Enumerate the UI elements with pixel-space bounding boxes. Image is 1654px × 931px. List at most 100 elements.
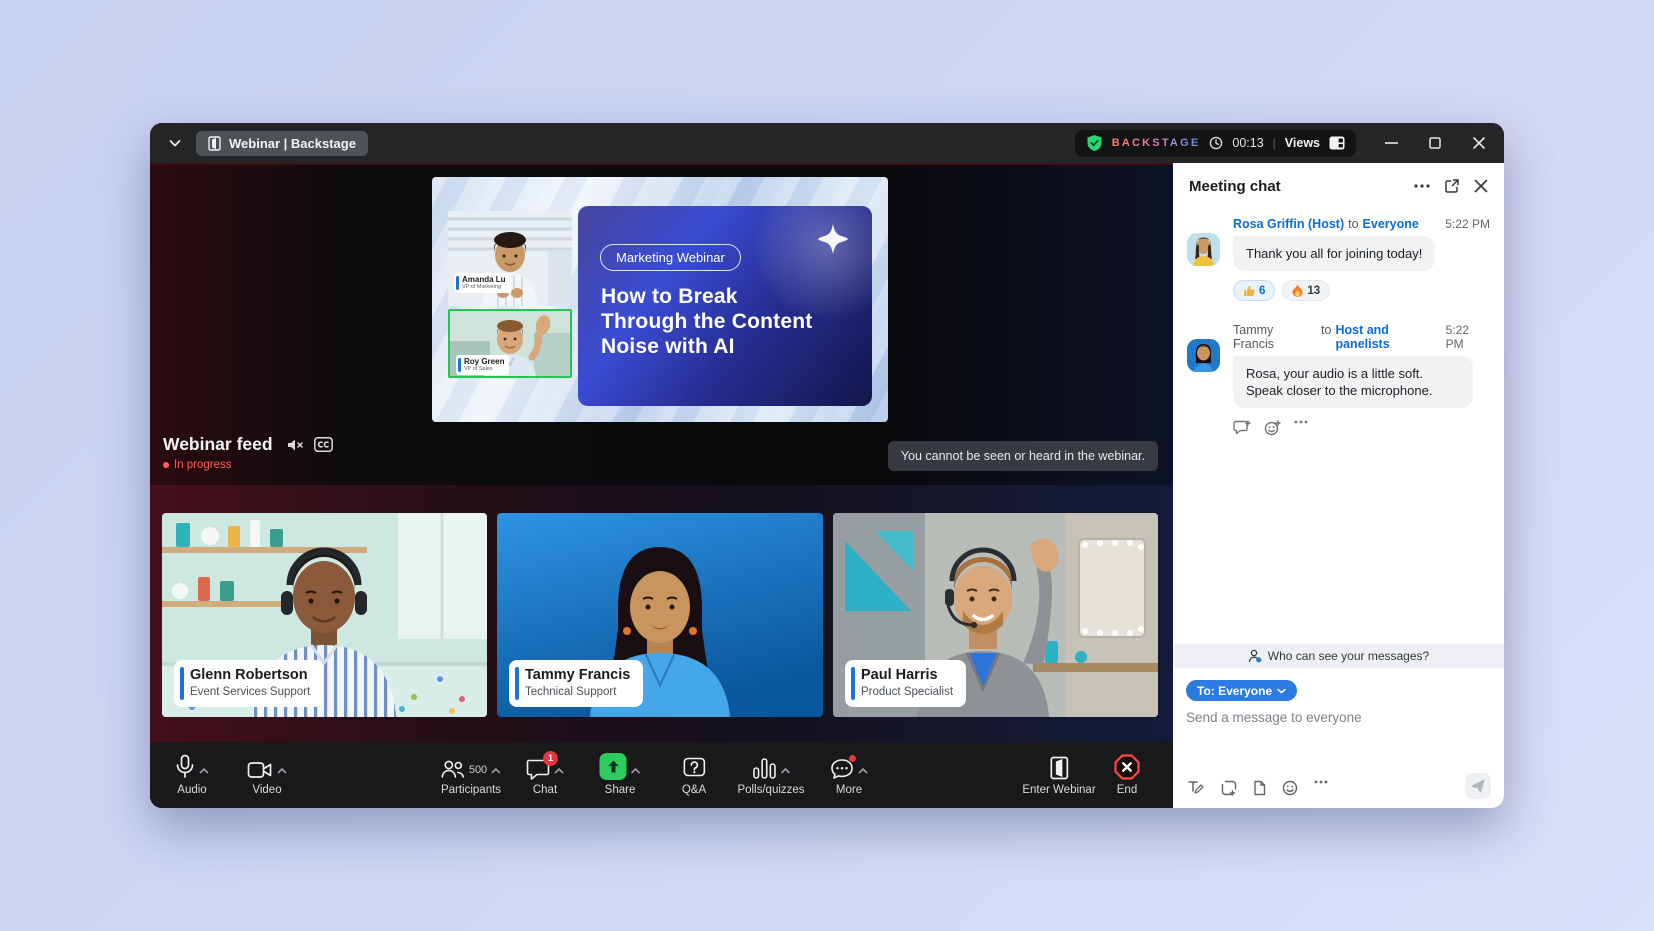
webinar-backstage-tab[interactable]: Webinar | Backstage [196,131,368,156]
participants-label: Participants [441,784,501,796]
share-label: Share [605,784,636,796]
chat-message-list: Rosa Griffin (Host) to Everyone 5:22 PM … [1173,213,1504,640]
share-button[interactable]: Share [600,750,641,796]
participant-name: Tammy Francis [525,667,630,684]
end-button[interactable]: End [1114,750,1140,796]
qa-button[interactable]: Q&A [682,750,706,796]
views-label[interactable]: Views [1285,136,1320,150]
microphone-icon [175,754,195,780]
message-bubble: Thank you all for joining today! [1233,236,1435,271]
participant-tile-paul[interactable]: Paul Harris Product Specialist [833,513,1158,717]
participants-count: 500 [469,764,487,776]
layout-views-icon[interactable] [1329,136,1345,150]
privacy-banner[interactable]: Who can see your messages? [1173,644,1504,668]
share-chevron[interactable] [631,767,641,774]
sender-name: Tammy Francis [1233,323,1317,351]
reaction-fire[interactable]: 13 [1282,280,1330,301]
participant-name: Paul Harris [861,667,953,684]
backstage-toast: You cannot be seen or heard in the webin… [888,441,1158,471]
more-chevron[interactable] [858,767,868,774]
reaction-count: 6 [1259,285,1265,297]
slide-speaker-name: Roy Green [464,357,504,366]
message-time: 5:22 PM [1446,323,1490,351]
message-more-icon[interactable] [1294,420,1308,436]
privacy-label: Who can see your messages? [1268,649,1429,663]
slide-content-panel: Marketing Webinar How to Break Through t… [578,206,872,406]
to-word: to [1321,323,1331,337]
webinar-feed-title: Webinar feed [163,434,273,455]
chat-bubble-icon: 1 [526,758,550,780]
door-icon [208,136,221,151]
backstage-badge: BACKSTAGE [1112,137,1201,149]
participant-role: Event Services Support [190,686,310,700]
reaction-thumbs-up[interactable]: 6 [1233,280,1275,301]
video-label: Video [252,784,281,796]
emoji-icon[interactable] [1282,780,1298,796]
participants-button[interactable]: 500 Participants [441,750,501,796]
composer-more-icon[interactable] [1314,780,1328,796]
participants-chevron[interactable] [491,767,501,774]
quote-reply-icon[interactable] [1233,420,1251,436]
text-format-icon[interactable] [1188,780,1205,796]
message-input[interactable] [1186,710,1464,725]
speaker-muted-icon[interactable] [286,437,304,453]
slide-speaker-role: VP of Sales [464,366,504,372]
person-privacy-icon [1248,649,1262,663]
end-octagon-icon [1114,754,1140,780]
closed-captions-icon[interactable] [314,437,333,452]
polls-bars-icon [752,757,776,780]
avatar-rosa [1187,233,1220,266]
screen-capture-icon[interactable] [1221,780,1237,796]
sender-name[interactable]: Rosa Griffin (Host) [1233,217,1344,231]
slide-nameplate-roy: Roy Green VP of Sales [456,355,509,375]
desktop-background: Webinar | Backstage BACKSTAGE 00:13 | Vi… [0,0,1654,931]
recipient-name[interactable]: Everyone [1363,217,1419,231]
recipient-selector[interactable]: To: Everyone [1186,680,1297,701]
participant-tile-tammy[interactable]: Tammy Francis Technical Support [497,513,823,717]
polls-chevron[interactable] [780,767,790,774]
more-notification-dot [849,755,856,762]
minimize-button[interactable] [1382,134,1400,152]
slide-headline: How to Break Through the Content Noise w… [601,284,812,359]
enter-webinar-label: Enter Webinar [1022,784,1095,796]
pop-out-icon[interactable] [1444,178,1460,194]
webinar-slide: Amanda Lu VP of Marketing [432,177,888,422]
attach-file-icon[interactable] [1253,780,1266,796]
close-window-button[interactable] [1470,134,1488,152]
chat-chevron[interactable] [554,767,564,774]
more-button[interactable]: More [830,750,868,796]
slide-speaker-roy-video-active: Roy Green VP of Sales [448,309,572,378]
maximize-button[interactable] [1426,134,1444,152]
chat-title: Meeting chat [1189,178,1414,195]
polls-button[interactable]: Polls/quizzes [737,750,804,796]
chat-more-icon[interactable] [1414,184,1430,188]
add-reaction-icon[interactable] [1264,420,1281,436]
feed-status: In progress [163,459,232,471]
audio-options-chevron[interactable] [199,767,209,774]
slide-speaker-name: Amanda Lu [462,275,506,284]
video-button[interactable]: Video [247,750,287,796]
send-message-button[interactable] [1465,773,1491,799]
status-dot [163,462,169,468]
close-chat-icon[interactable] [1474,179,1488,193]
participant-tile-glenn[interactable]: Glenn Robertson Event Services Support [162,513,487,717]
composer-toolbar [1188,780,1328,796]
message-bubble: Rosa, your audio is a little soft. Speak… [1233,356,1473,408]
chat-button[interactable]: 1 Chat [526,750,564,796]
clock-icon [1209,136,1223,150]
nameplate-glenn: Glenn Robertson Event Services Support [174,660,323,707]
enter-webinar-button[interactable]: Enter Webinar [1022,750,1095,796]
video-options-chevron[interactable] [277,767,287,774]
slide-headline-line: How to Break [601,284,812,309]
nameplate-tammy: Tammy Francis Technical Support [509,660,643,707]
slide-topic-pill: Marketing Webinar [600,244,741,271]
audio-label: Audio [177,784,206,796]
recipient-name[interactable]: Host and panelists [1335,323,1445,351]
session-status-pill: BACKSTAGE 00:13 | Views [1075,130,1356,157]
audio-button[interactable]: Audio [175,750,209,796]
stage-area: Amanda Lu VP of Marketing [150,163,1173,742]
camera-icon [247,760,273,780]
slide-headline-line: Through the Content [601,309,812,334]
meeting-toolbar: Audio Video 500 [150,742,1173,808]
chevron-down-icon[interactable] [164,132,186,154]
